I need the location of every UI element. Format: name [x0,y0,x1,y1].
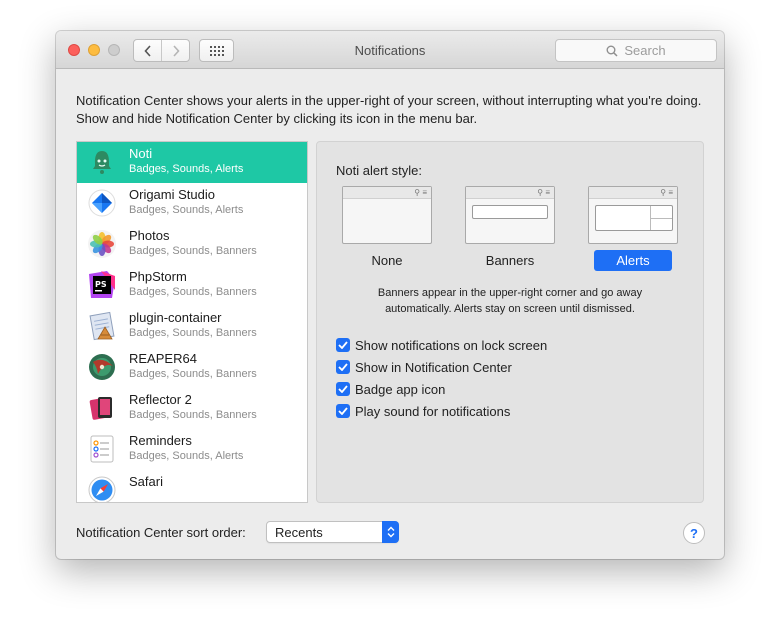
checkmark-icon [338,363,348,371]
notification-options: Show notifications on lock screen Show i… [336,334,547,422]
checkbox[interactable] [336,382,350,396]
alert-style-none-preview[interactable]: ⚲ ≡ [342,186,432,244]
sort-order-value: Recents [275,525,323,540]
app-item-origami-studio[interactable]: Origami Studio Badges, Sounds, Alerts [77,183,307,224]
app-detail: Badges, Sounds, Banners [129,368,257,380]
preview-menubar: ⚲ ≡ [466,187,554,199]
checkmark-icon [338,341,348,349]
origami-studio-icon [88,189,116,217]
app-detail: Badges, Sounds, Banners [129,286,257,298]
svg-text:PS: PS [95,280,107,289]
app-item-phpstorm[interactable]: PS PhpStorm Badges, Sounds, Banners [77,265,307,306]
alert-style-banners-preview[interactable]: ⚲ ≡ [465,186,555,244]
description-text: Notification Center shows your alerts in… [76,93,702,126]
notifications-window: Notifications Search Notification Center… [56,31,724,559]
reminders-icon [90,435,114,463]
checkbox[interactable] [336,360,350,374]
search-field[interactable]: Search [555,39,717,62]
alert-style-none-label[interactable]: None [348,250,426,271]
alert-style-alerts-label[interactable]: Alerts [594,250,672,271]
back-button[interactable] [134,40,161,61]
alert-style-banners-label[interactable]: Banners [471,250,549,271]
app-item-reminders[interactable]: Reminders Badges, Sounds, Alerts [77,429,307,470]
app-detail: Badges, Sounds, Banners [129,327,257,339]
search-placeholder: Search [624,43,666,58]
chevron-right-icon [172,44,180,57]
preview-menubar: ⚲ ≡ [343,187,431,199]
checkbox-label: Show in Notification Center [355,359,512,375]
window-title: Notifications [354,43,426,58]
app-detail: Badges, Sounds, Banners [129,245,257,257]
help-button[interactable]: ? [683,522,705,544]
alert-settings-panel: Noti alert style: ⚲ ≡ ⚲ ≡ ⚲ ≡ None Banne [316,141,704,503]
option-lock-screen[interactable]: Show notifications on lock screen [336,334,547,356]
app-name: PhpStorm [129,269,187,284]
app-item-reflector-2[interactable]: Reflector 2 Badges, Sounds, Banners [77,388,307,429]
title-bar: Notifications Search [56,31,724,69]
app-detail: Badges, Sounds, Alerts [129,450,244,462]
minimize-button[interactable] [88,44,100,56]
app-list[interactable]: Noti Badges, Sounds, Alerts Origami Stud… [76,141,308,503]
app-detail: Badges, Sounds, Banners [129,409,257,421]
preview-menubar-icons: ⚲ ≡ [414,188,427,197]
nav-buttons [133,39,190,62]
app-name: Origami Studio [129,187,215,202]
alert-style-description: Banners appear in the upper-right corner… [377,287,643,315]
noti-icon [93,151,111,174]
chevron-left-icon [143,44,151,57]
checkmark-icon [338,385,348,393]
checkbox-label: Badge app icon [355,381,446,397]
close-button[interactable] [68,44,80,56]
reflector-icon [89,397,112,420]
app-item-photos[interactable]: Photos Badges, Sounds, Banners [77,224,307,265]
option-play-sound[interactable]: Play sound for notifications [336,400,547,422]
checkmark-icon [338,407,348,415]
preview-menubar-icons: ⚲ ≡ [537,188,550,197]
popup-arrows-icon [382,521,399,543]
alert-style-title: Noti alert style: [336,163,422,178]
alert-style-alerts-preview[interactable]: ⚲ ≡ [588,186,678,244]
safari-icon [88,476,116,502]
checkbox[interactable] [336,404,350,418]
app-name: Reminders [129,433,192,448]
app-name: plugin-container [129,310,222,325]
app-name: Reflector 2 [129,392,192,407]
app-name: Noti [129,146,153,161]
show-all-button[interactable] [199,39,234,62]
sort-order-label: Notification Center sort order: [76,525,246,540]
search-icon [606,45,618,57]
app-item-plugin-container[interactable]: plugin-container Badges, Sounds, Banners [77,306,307,347]
grid-icon [209,45,224,56]
app-name: REAPER64 [129,351,197,366]
checkbox-label: Play sound for notifications [355,403,511,419]
app-item-reaper64[interactable]: REAPER64 Badges, Sounds, Banners [77,347,307,388]
plugin-container-icon [89,311,115,341]
app-detail: Badges, Sounds, Alerts [129,204,244,216]
option-notification-center[interactable]: Show in Notification Center [336,356,547,378]
checkbox-label: Show notifications on lock screen [355,337,548,353]
app-item-noti[interactable]: Noti Badges, Sounds, Alerts [77,142,307,183]
phpstorm-icon: PS [89,271,115,298]
app-item-safari[interactable]: Safari [77,470,307,502]
app-name: Photos [129,228,170,243]
alert-preview-box [595,205,673,231]
photos-icon [88,230,116,258]
checkbox[interactable] [336,338,350,352]
app-name: Safari [129,474,163,489]
app-detail: Badges, Sounds, Alerts [129,163,244,175]
forward-button[interactable] [161,40,189,61]
preview-menubar-icons: ⚲ ≡ [660,188,673,197]
banner-preview-box [472,205,548,219]
reaper-icon [89,354,115,380]
zoom-button[interactable] [108,44,120,56]
preview-menubar: ⚲ ≡ [589,187,677,199]
sort-order-select[interactable]: Recents [266,521,399,543]
option-badge-app-icon[interactable]: Badge app icon [336,378,547,400]
